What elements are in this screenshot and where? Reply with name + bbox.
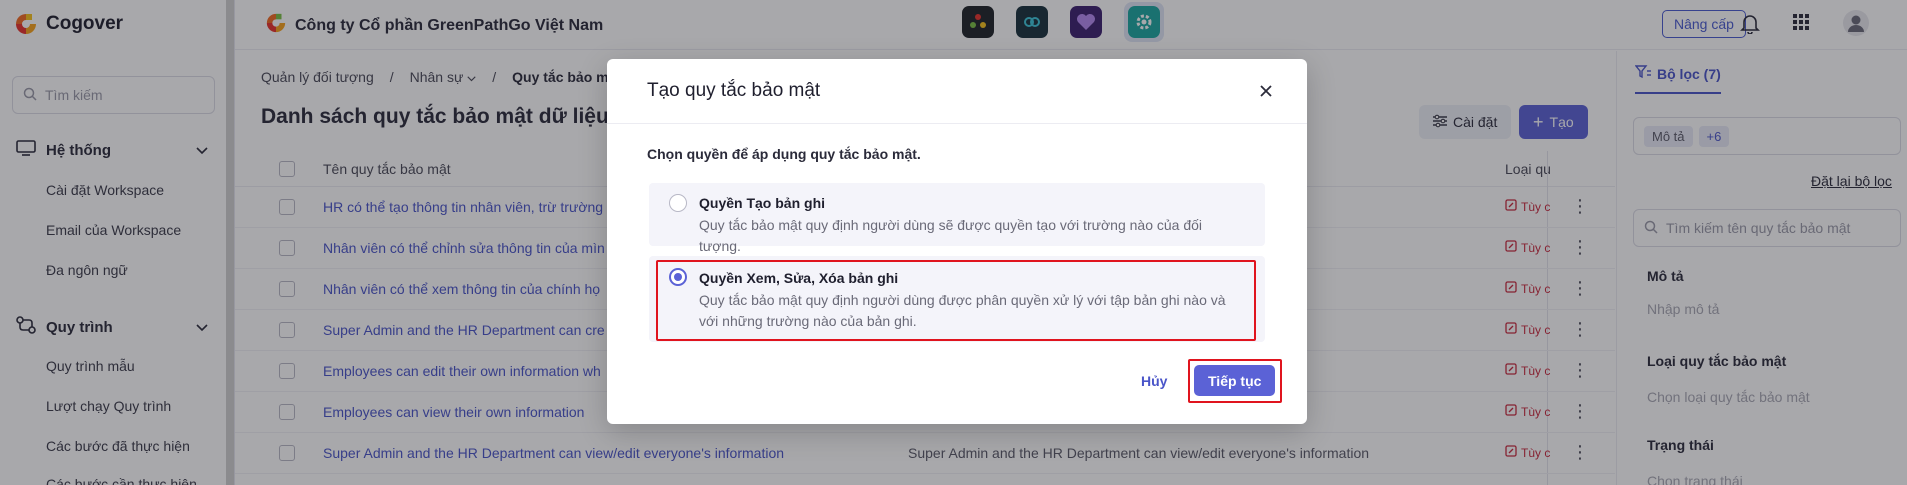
create-security-rule-dialog: Tạo quy tắc bảo mật Chọn quyền để áp dụn…: [607, 59, 1307, 424]
option-create-permission[interactable]: Quyền Tạo bản ghi Quy tắc bảo mật quy đị…: [649, 183, 1265, 254]
option-description: Quy tắc bảo mật quy định người dùng sẽ đ…: [699, 217, 1203, 254]
radio-create-permission[interactable]: [669, 194, 687, 212]
dialog-prompt: Chọn quyền để áp dụng quy tắc bảo mật.: [647, 146, 921, 162]
dialog-title: Tạo quy tắc bảo mật: [647, 80, 821, 101]
option-title: Quyền Tạo bản ghi: [699, 195, 826, 211]
close-icon[interactable]: [1259, 81, 1273, 104]
dialog-divider: [607, 123, 1307, 124]
highlight-box-continue: [1188, 359, 1282, 403]
cancel-button[interactable]: Hủy: [1141, 373, 1167, 389]
highlight-box-option: [656, 260, 1256, 341]
